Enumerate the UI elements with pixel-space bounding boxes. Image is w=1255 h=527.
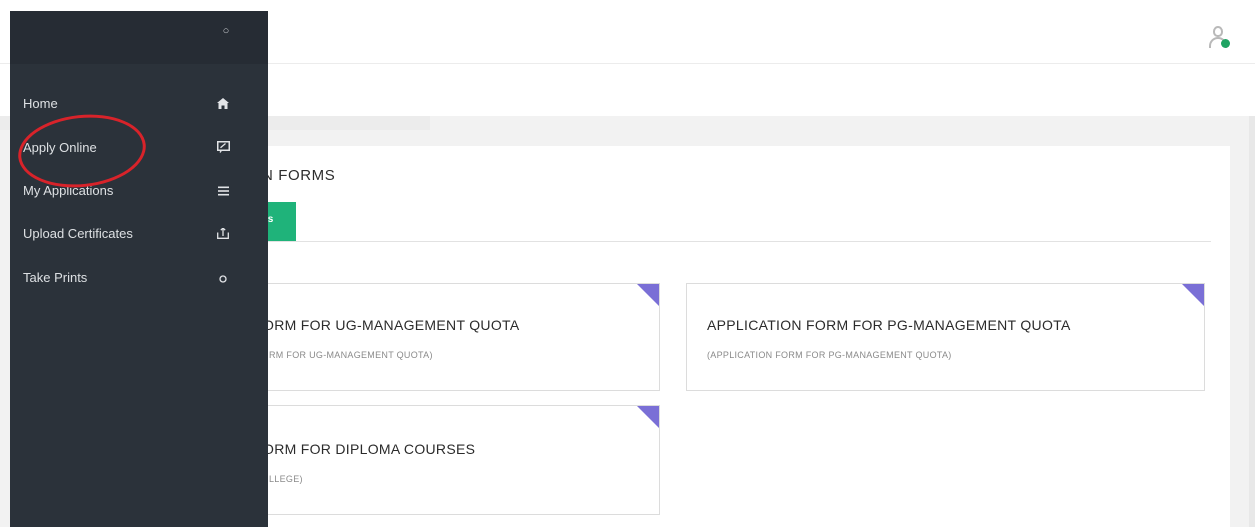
form-card-diploma[interactable]: ORM FOR DIPLOMA COURSES LLEGE) [230,405,660,515]
user-avatar-icon[interactable] [1208,24,1230,50]
list-icon [213,183,233,201]
page: N FORMS ıs ORM FOR UG-MANAGEMENT QUOTA R… [0,0,1255,527]
application-forms-panel: N FORMS ıs ORM FOR UG-MANAGEMENT QUOTA R… [230,146,1230,527]
upload-icon [213,226,233,244]
card-title: APPLICATION FORM FOR PG-MANAGEMENT QUOTA [707,317,1071,333]
tab-divider [230,241,1211,242]
card-corner-ribbon [1182,284,1204,306]
circle-icon [213,270,233,288]
sidebar-item-label: Take Prints [23,270,88,285]
sidebar-item-upload-certificates[interactable]: Upload Certificates [10,217,268,253]
sidebar: ○ Home Apply Online My Applications Uplo… [10,11,268,527]
sidebar-item-label: Apply Online [23,140,97,155]
card-subtitle: LLEGE) [269,474,303,484]
sidebar-item-label: My Applications [23,183,114,198]
form-card-ug-management[interactable]: ORM FOR UG-MANAGEMENT QUOTA RM FOR UG-MA… [230,283,660,391]
home-icon [213,96,233,114]
sidebar-item-take-prints[interactable]: Take Prints [10,261,268,297]
sidebar-item-label: Upload Certificates [23,226,133,241]
sidebar-header: ○ [10,11,268,64]
sidebar-item-my-applications[interactable]: My Applications [10,174,268,210]
card-title: ORM FOR UG-MANAGEMENT QUOTA [263,317,520,333]
sidebar-item-apply-online[interactable]: Apply Online [10,131,268,167]
card-corner-ribbon [637,406,659,428]
card-corner-ribbon [637,284,659,306]
sidebar-toggle-icon[interactable]: ○ [221,26,231,37]
card-subtitle: (APPLICATION FORM FOR PG-MANAGEMENT QUOT… [707,350,952,360]
page-title: N FORMS [262,167,336,184]
form-card-pg-management[interactable]: APPLICATION FORM FOR PG-MANAGEMENT QUOTA… [686,283,1205,391]
scrollbar[interactable] [1249,116,1255,527]
card-subtitle: RM FOR UG-MANAGEMENT QUOTA) [269,350,433,360]
online-status-dot [1221,39,1230,48]
card-title: ORM FOR DIPLOMA COURSES [263,441,476,457]
sidebar-item-label: Home [23,96,58,111]
sidebar-item-home[interactable]: Home [10,87,268,123]
apply-form-icon [213,140,233,158]
